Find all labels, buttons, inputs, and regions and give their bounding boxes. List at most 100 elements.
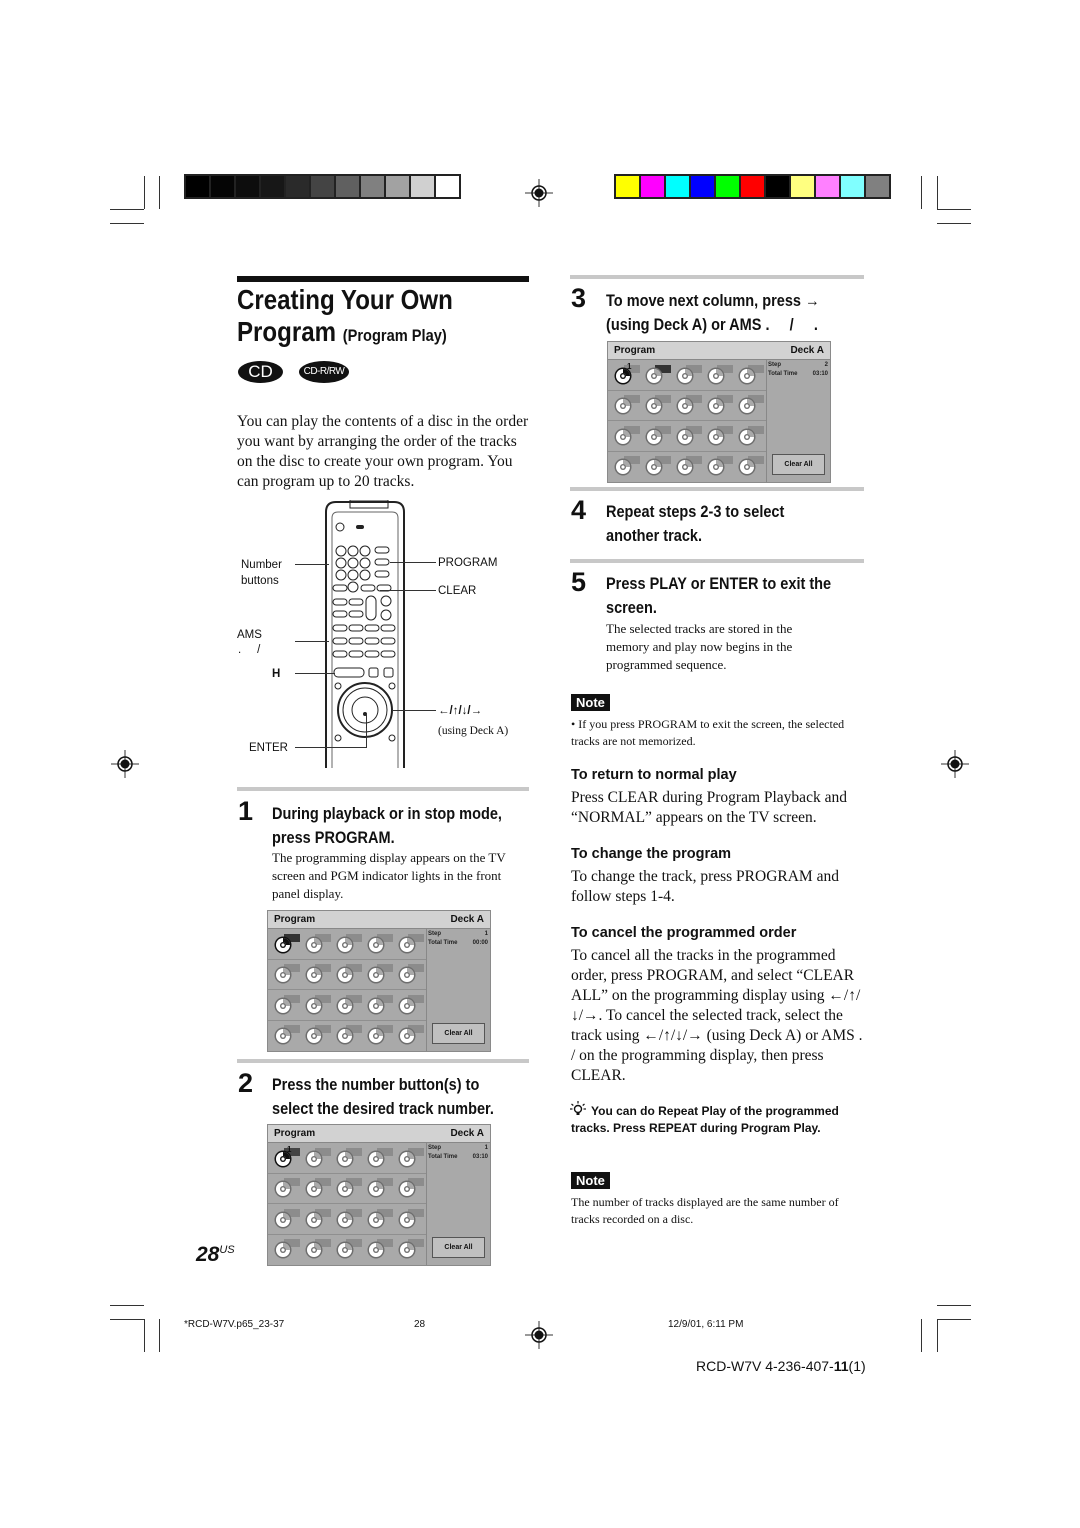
intro-paragraph: You can play the contents of a disc in t… [237, 413, 529, 490]
disc-icon [274, 1180, 292, 1198]
footer-model-code: RCD-W7V 4-236-407-11(1) [696, 1358, 866, 1374]
track-slot[interactable] [367, 963, 393, 985]
track-slot[interactable] [645, 394, 671, 416]
clear-all-button[interactable]: Clear All [432, 1237, 485, 1258]
track-grid [268, 929, 427, 1051]
track-slot[interactable] [645, 364, 671, 386]
registration-mark-icon [525, 179, 553, 207]
step-heading-line: another track. [606, 527, 703, 545]
track-slot[interactable] [707, 364, 733, 386]
track-slot[interactable] [676, 455, 702, 477]
track-slot[interactable] [676, 364, 702, 386]
screen-header: Program Deck A [268, 1125, 490, 1143]
color-swatch [866, 176, 889, 197]
track-slot[interactable] [336, 994, 362, 1016]
track-slot[interactable] [274, 1024, 300, 1046]
track-slot[interactable] [367, 933, 393, 955]
disc-icon [707, 397, 725, 415]
track-slot[interactable] [367, 1177, 393, 1199]
color-swatch [411, 176, 434, 197]
track-slot[interactable] [336, 1147, 362, 1169]
track-slot[interactable] [738, 455, 764, 477]
track-slot[interactable] [336, 1024, 362, 1046]
color-swatch [261, 176, 284, 197]
step-number: 3 [571, 283, 587, 313]
track-slot[interactable] [645, 455, 671, 477]
track-slot[interactable] [738, 364, 764, 386]
track-slot[interactable] [305, 933, 331, 955]
track-slot[interactable] [738, 394, 764, 416]
step-divider [570, 275, 864, 279]
track-slot[interactable] [274, 963, 300, 985]
color-swatch [311, 176, 334, 197]
step-number: 1 [238, 796, 254, 826]
track-slot[interactable] [707, 394, 733, 416]
disc-icon [336, 1150, 354, 1168]
model-code-bold: 11 [833, 1358, 849, 1374]
disc-icon [336, 966, 354, 984]
disc-icon [367, 1027, 385, 1045]
note-badge: Note [571, 694, 610, 711]
track-slot[interactable] [274, 1177, 300, 1199]
track-slot[interactable] [367, 1147, 393, 1169]
track-slot[interactable] [305, 994, 331, 1016]
track-slot[interactable] [274, 933, 300, 955]
total-time-label: Total Time [428, 940, 458, 946]
track-slot[interactable]: 1 [614, 362, 640, 386]
track-slot[interactable] [305, 1208, 331, 1230]
track-slot[interactable] [336, 933, 362, 955]
track-slot[interactable] [367, 994, 393, 1016]
track-slot[interactable] [305, 1238, 331, 1260]
disc-icon [336, 997, 354, 1015]
track-slot[interactable] [398, 933, 424, 955]
track-slot[interactable] [367, 1238, 393, 1260]
track-slot[interactable] [305, 963, 331, 985]
track-slot[interactable] [274, 1208, 300, 1230]
page-number: 28US [196, 1243, 235, 1267]
track-slot[interactable] [398, 994, 424, 1016]
track-slot[interactable] [676, 425, 702, 447]
track-slot[interactable] [676, 394, 702, 416]
clear-all-button[interactable]: Clear All [772, 454, 825, 475]
track-slot[interactable] [336, 1177, 362, 1199]
track-slot[interactable] [367, 1208, 393, 1230]
track-slot[interactable] [336, 1238, 362, 1260]
track-slot[interactable] [398, 1177, 424, 1199]
track-slot[interactable] [336, 1208, 362, 1230]
footer-filename: *RCD-W7V.p65_23-37 [184, 1319, 285, 1330]
track-slot[interactable] [614, 425, 640, 447]
track-slot[interactable] [614, 394, 640, 416]
track-slot[interactable] [398, 963, 424, 985]
color-swatch [186, 176, 209, 197]
track-slot[interactable] [707, 455, 733, 477]
section-text: To cancel all the tracks in the programm… [571, 947, 863, 1084]
track-slot[interactable] [614, 455, 640, 477]
track-slot[interactable] [645, 425, 671, 447]
step-heading-line: To move next column, press → [606, 292, 820, 310]
track-slot[interactable] [398, 1147, 424, 1169]
track-slot[interactable]: 1 [274, 1145, 300, 1169]
track-slot[interactable] [305, 1024, 331, 1046]
color-swatch [641, 176, 664, 197]
track-slot[interactable] [367, 1024, 393, 1046]
screen-info: Step 2 Total Time 03:10 [768, 362, 828, 380]
step-value: 1 [484, 931, 488, 937]
disc-icon [336, 1241, 354, 1259]
track-slot[interactable] [707, 425, 733, 447]
track-slot[interactable] [398, 1024, 424, 1046]
track-slot[interactable] [305, 1177, 331, 1199]
ams-sub-label: . / [238, 644, 261, 656]
track-slot[interactable] [274, 1238, 300, 1260]
disc-icon [274, 1211, 292, 1229]
step-heading-line: (using Deck A) or AMS . / . [606, 316, 818, 334]
crop-mark [937, 209, 971, 210]
clear-all-button[interactable]: Clear All [432, 1023, 485, 1044]
disc-icon [645, 397, 663, 415]
track-slot[interactable] [398, 1208, 424, 1230]
disc-icon [398, 936, 416, 954]
track-slot[interactable] [336, 963, 362, 985]
track-slot[interactable] [274, 994, 300, 1016]
track-slot[interactable] [738, 425, 764, 447]
track-slot[interactable] [398, 1238, 424, 1260]
track-slot[interactable] [305, 1147, 331, 1169]
